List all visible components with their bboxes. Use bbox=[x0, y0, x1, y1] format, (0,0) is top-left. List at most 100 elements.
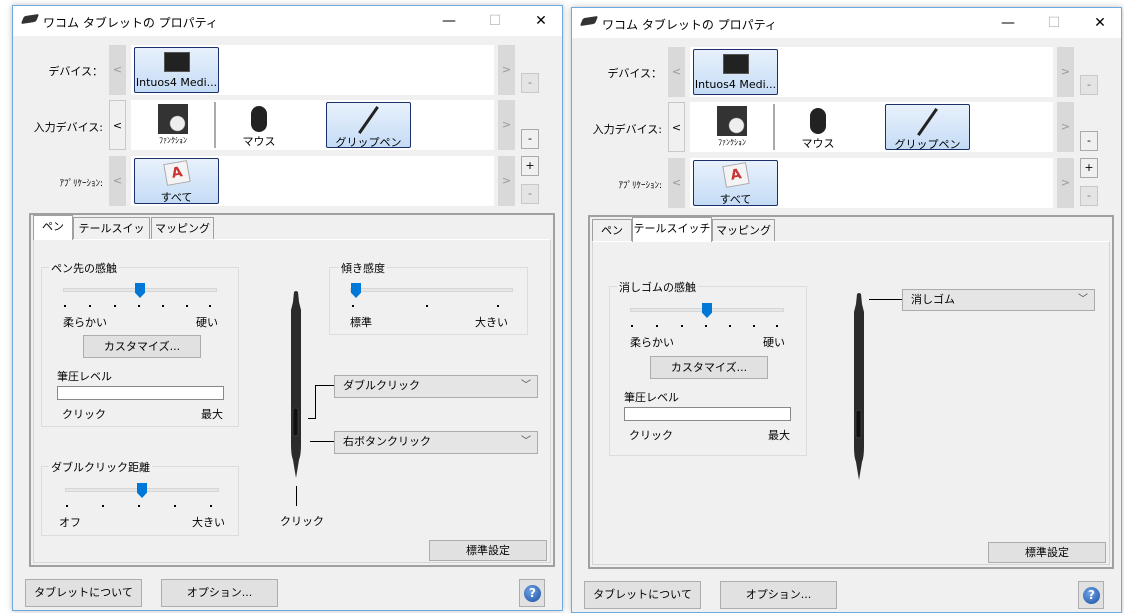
tick bbox=[138, 505, 140, 507]
default-button[interactable]: 標準設定 bbox=[429, 540, 547, 561]
customize-button[interactable]: カスタマイズ... bbox=[83, 335, 201, 358]
remove-input-button[interactable]: - bbox=[1080, 131, 1098, 151]
chevron-down-icon: ﹀ bbox=[1078, 294, 1088, 305]
tick bbox=[753, 325, 755, 327]
remove-app-button[interactable]: - bbox=[521, 184, 539, 204]
remove-input-button[interactable]: - bbox=[521, 129, 539, 149]
mouse-icon bbox=[810, 108, 826, 134]
pressure-min-label: クリック bbox=[62, 408, 106, 421]
tick bbox=[426, 305, 428, 307]
properties-window-tail-switch: ワコム タブレットの プロパティ — ☐ ✕ デバイス： < Intuos4 M… bbox=[571, 7, 1122, 613]
options-button[interactable]: オプション... bbox=[161, 579, 278, 607]
minimize-button[interactable]: — bbox=[985, 8, 1031, 38]
input-item-function[interactable]: ﾌｧﾝｸｼｮﾝ bbox=[693, 104, 771, 150]
lower-button-dropdown[interactable]: 右ボタンクリック ﹀ bbox=[334, 431, 538, 454]
help-icon: ? bbox=[1083, 587, 1100, 604]
eraser-feel-title: 消しゴムの感触 bbox=[617, 279, 698, 295]
close-button[interactable]: ✕ bbox=[518, 6, 564, 36]
dropdown-value: 右ボタンクリック bbox=[343, 435, 431, 448]
minimize-button[interactable]: — bbox=[426, 6, 472, 36]
tip-feel-min-label: 柔らかい bbox=[63, 316, 107, 329]
help-button[interactable]: ? bbox=[1078, 581, 1104, 609]
eraser-function-dropdown[interactable]: 消しゴム ﹀ bbox=[902, 289, 1095, 311]
maximize-button[interactable]: ☐ bbox=[1031, 8, 1077, 38]
close-button[interactable]: ✕ bbox=[1077, 8, 1123, 38]
title-bar[interactable]: ワコム タブレットの プロパティ — ☐ ✕ bbox=[572, 8, 1121, 38]
remove-app-button[interactable]: - bbox=[1080, 186, 1098, 206]
tilt-slider[interactable] bbox=[350, 288, 513, 292]
device-prev-button[interactable]: < bbox=[109, 45, 126, 95]
input-item-label: マウス bbox=[801, 137, 835, 150]
app-item-all[interactable]: A すべて bbox=[693, 160, 778, 206]
all-apps-icon: A bbox=[722, 162, 750, 188]
tilt-sensitivity-title: 傾き感度 bbox=[339, 260, 387, 276]
tablet-app-icon bbox=[20, 13, 40, 25]
tab-mapping[interactable]: マッピング bbox=[712, 219, 775, 242]
tablet-icon bbox=[164, 52, 190, 72]
pen-icon bbox=[358, 106, 379, 134]
app-prev-button[interactable]: < bbox=[109, 156, 126, 206]
device-prev-button[interactable]: < bbox=[668, 47, 685, 97]
connector-line bbox=[310, 441, 336, 442]
input-next-button[interactable]: > bbox=[498, 100, 515, 150]
properties-window-pen: ワコム タブレットの プロパティ — ☐ ✕ デバイス： < Intuos4 M… bbox=[12, 5, 563, 611]
upper-button-dropdown[interactable]: ダブルクリック ﹀ bbox=[334, 375, 538, 398]
remove-device-button[interactable]: - bbox=[1080, 75, 1098, 95]
pen-illustration bbox=[291, 291, 301, 478]
app-next-button[interactable]: > bbox=[1057, 158, 1074, 208]
tab-panel: ペン テールスイッチ マッピング 消しゴムの感触 柔らかい 硬い カスタマイズ.… bbox=[588, 215, 1114, 569]
eraser-feel-min-label: 柔らかい bbox=[630, 336, 674, 349]
input-device-label: 入力デバイス: bbox=[33, 121, 103, 134]
input-item-mouse[interactable]: マウス bbox=[219, 102, 299, 148]
dropdown-value: 消しゴム bbox=[911, 293, 955, 306]
tab-pen[interactable]: ペン bbox=[592, 219, 632, 242]
app-item-label: すべて bbox=[719, 193, 752, 206]
app-item-all[interactable]: A すべて bbox=[134, 158, 219, 204]
pen-illustration bbox=[854, 293, 864, 480]
remove-device-button[interactable]: - bbox=[521, 73, 539, 93]
tick bbox=[497, 305, 499, 307]
tip-feel-max-label: 硬い bbox=[196, 316, 218, 329]
device-next-button[interactable]: > bbox=[498, 45, 515, 95]
device-list: Intuos4 Medi... bbox=[131, 45, 494, 95]
input-item-grip-pen[interactable]: グリップペン bbox=[885, 104, 970, 151]
tick bbox=[138, 305, 140, 307]
options-button[interactable]: オプション... bbox=[720, 581, 837, 609]
tick bbox=[186, 305, 188, 307]
tick bbox=[656, 325, 658, 327]
app-prev-button[interactable]: < bbox=[668, 158, 685, 208]
device-list: Intuos4 Medi... bbox=[690, 47, 1053, 97]
input-item-mouse[interactable]: マウス bbox=[778, 104, 858, 150]
tab-tail-switch[interactable]: テールスイッチ bbox=[73, 217, 150, 256]
add-app-button[interactable]: + bbox=[521, 156, 539, 176]
title-bar[interactable]: ワコム タブレットの プロパティ — ☐ ✕ bbox=[13, 6, 562, 36]
window-title: ワコム タブレットの プロパティ bbox=[602, 18, 777, 32]
pressure-max-label: 最大 bbox=[201, 408, 223, 421]
help-button[interactable]: ? bbox=[519, 579, 545, 607]
input-prev-button[interactable]: < bbox=[109, 100, 126, 150]
tab-tail-switch[interactable]: テールスイッチ bbox=[632, 217, 712, 242]
connector-line bbox=[308, 418, 316, 419]
add-app-button[interactable]: + bbox=[1080, 158, 1098, 178]
dropdown-value: ダブルクリック bbox=[343, 379, 420, 392]
device-item[interactable]: Intuos4 Medi... bbox=[693, 49, 778, 95]
device-next-button[interactable]: > bbox=[1057, 47, 1074, 97]
app-item-label: すべて bbox=[160, 191, 193, 204]
tab-mapping[interactable]: マッピング bbox=[151, 217, 214, 240]
input-item-grip-pen[interactable]: グリップペン bbox=[326, 102, 411, 149]
app-next-button[interactable]: > bbox=[498, 156, 515, 206]
customize-button[interactable]: カスタマイズ... bbox=[650, 356, 768, 379]
default-button[interactable]: 標準設定 bbox=[988, 542, 1106, 563]
window-title: ワコム タブレットの プロパティ bbox=[43, 16, 218, 30]
function-icon bbox=[717, 106, 747, 136]
tab-pen[interactable]: ペン bbox=[33, 215, 73, 240]
tick bbox=[209, 305, 211, 307]
about-tablet-button[interactable]: タブレットについて bbox=[25, 579, 142, 607]
device-item[interactable]: Intuos4 Medi... bbox=[134, 47, 219, 93]
about-tablet-button[interactable]: タブレットについて bbox=[584, 581, 701, 609]
input-item-function[interactable]: ﾌｧﾝｸｼｮﾝ bbox=[134, 102, 212, 148]
input-item-label: マウス bbox=[242, 135, 276, 148]
input-prev-button[interactable]: < bbox=[668, 102, 685, 152]
input-next-button[interactable]: > bbox=[1057, 102, 1074, 152]
maximize-button[interactable]: ☐ bbox=[472, 6, 518, 36]
